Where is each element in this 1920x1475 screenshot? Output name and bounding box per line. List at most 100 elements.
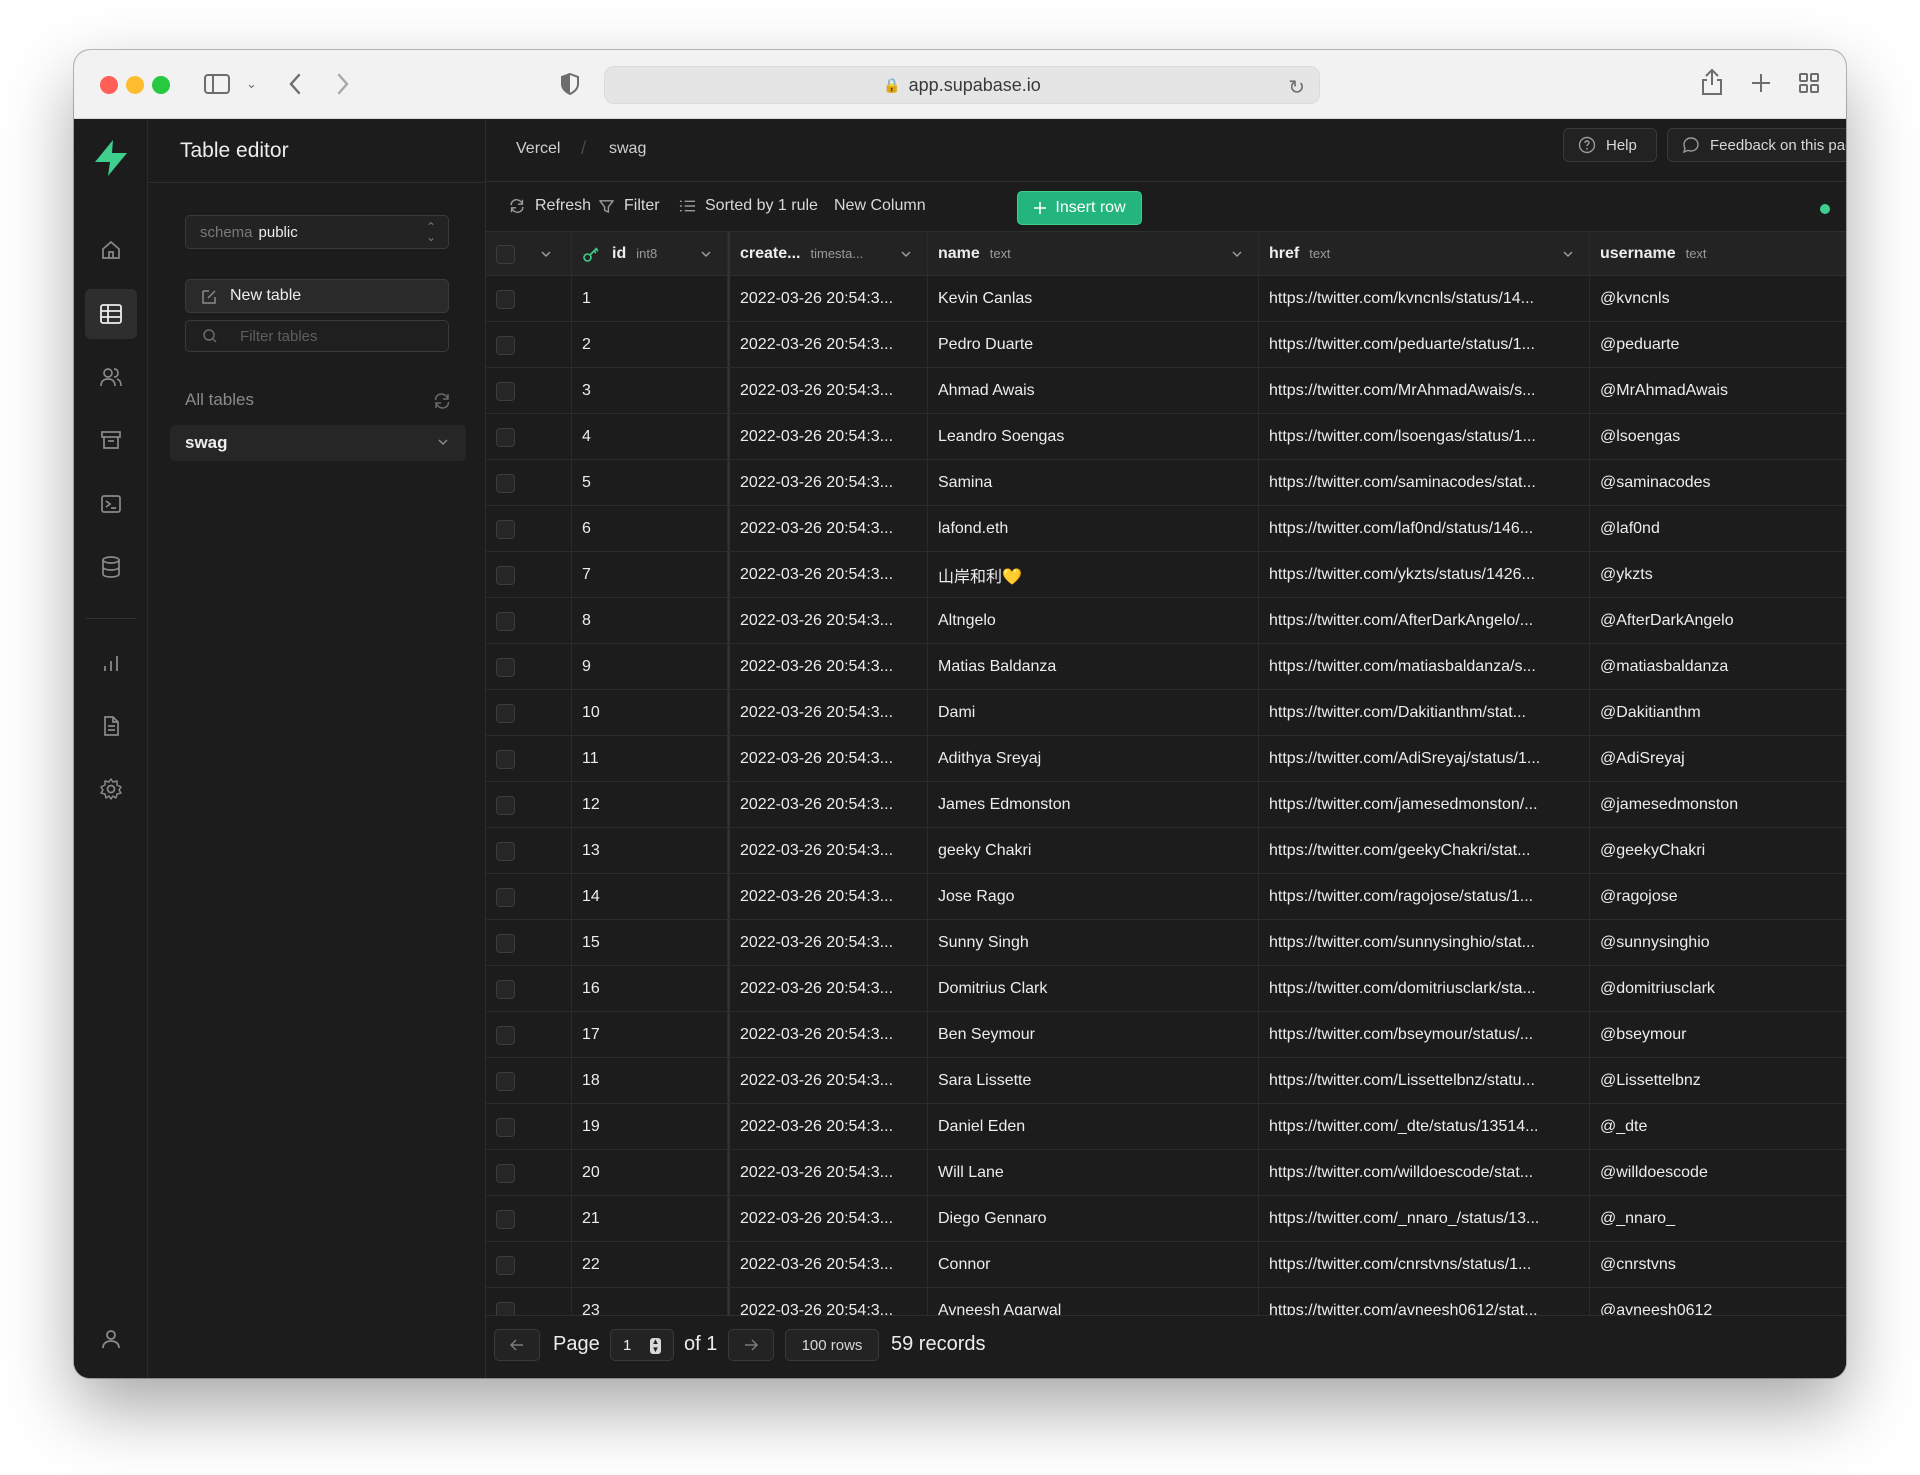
cell-id[interactable]: 21 (572, 1196, 728, 1241)
cell-id[interactable]: 15 (572, 920, 728, 965)
cell-created-at[interactable]: 2022-03-26 20:54:3... (728, 460, 928, 505)
column-header-created[interactable]: create... timesta... (728, 232, 928, 275)
cell-created-at[interactable]: 2022-03-26 20:54:3... (728, 368, 928, 413)
cell-href[interactable]: https://twitter.com/saminacodes/stat... (1259, 460, 1590, 505)
previous-page-button[interactable] (494, 1329, 540, 1361)
page-number-input[interactable]: 1 ▲ ▼ (610, 1329, 674, 1361)
user-icon[interactable] (85, 1314, 137, 1364)
tab-overview-icon[interactable] (1798, 72, 1820, 94)
cell-name[interactable]: lafond.eth (928, 506, 1259, 551)
cell-id[interactable]: 6 (572, 506, 728, 551)
users-icon[interactable] (85, 352, 137, 402)
column-header-id[interactable]: id int8 (572, 232, 728, 275)
row-checkbox[interactable] (496, 1302, 515, 1315)
cell-id[interactable]: 1 (572, 276, 728, 321)
cell-id[interactable]: 10 (572, 690, 728, 735)
cell-name[interactable]: Adithya Sreyaj (928, 736, 1259, 781)
chevron-down-icon[interactable] (1561, 247, 1575, 261)
database-icon[interactable] (85, 542, 137, 592)
cell-username[interactable]: @matiasbaldanza (1590, 644, 1846, 689)
cell-name[interactable]: Sunny Singh (928, 920, 1259, 965)
cell-created-at[interactable]: 2022-03-26 20:54:3... (728, 828, 928, 873)
feedback-button[interactable]: Feedback on this page? (1667, 128, 1846, 162)
reload-icon[interactable]: ↻ (1288, 75, 1305, 100)
row-checkbox[interactable] (496, 796, 515, 815)
table-item-swag[interactable]: swag (170, 425, 466, 461)
row-checkbox[interactable] (496, 888, 515, 907)
table-row[interactable]: 7 2022-03-26 20:54:3... 山岸和利💛 https://twitt… (486, 552, 1846, 598)
cell-href[interactable]: https://twitter.com/ykzts/status/1426... (1259, 552, 1590, 597)
cell-href[interactable]: https://twitter.com/kvncnls/status/14... (1259, 276, 1590, 321)
cell-id[interactable]: 23 (572, 1288, 728, 1315)
column-header-name[interactable]: name text (928, 232, 1259, 275)
cell-id[interactable]: 8 (572, 598, 728, 643)
cell-href[interactable]: https://twitter.com/bseymour/status/... (1259, 1012, 1590, 1057)
table-row[interactable]: 11 2022-03-26 20:54:3... Adithya Sreyaj htt… (486, 736, 1846, 782)
cell-created-at[interactable]: 2022-03-26 20:54:3... (728, 506, 928, 551)
schema-select[interactable]: schema public ⌃ ⌄ (185, 215, 449, 249)
row-checkbox[interactable] (496, 980, 515, 999)
cell-href[interactable]: https://twitter.com/MrAhmadAwais/s... (1259, 368, 1590, 413)
column-header-username[interactable]: username text (1590, 232, 1846, 275)
breadcrumb-project[interactable]: Vercel (516, 140, 560, 158)
cell-created-at[interactable]: 2022-03-26 20:54:3... (728, 322, 928, 367)
cell-created-at[interactable]: 2022-03-26 20:54:3... (728, 598, 928, 643)
cell-created-at[interactable]: 2022-03-26 20:54:3... (728, 966, 928, 1011)
cell-name[interactable]: 山岸和利💛 (928, 552, 1259, 597)
cell-created-at[interactable]: 2022-03-26 20:54:3... (728, 1196, 928, 1241)
gear-icon[interactable] (85, 764, 137, 814)
cell-username[interactable]: @ykzts (1590, 552, 1846, 597)
cell-name[interactable]: Matias Baldanza (928, 644, 1259, 689)
cell-href[interactable]: https://twitter.com/sunnysinghio/stat... (1259, 920, 1590, 965)
cell-name[interactable]: Dami (928, 690, 1259, 735)
cell-username[interactable]: @cnrstvns (1590, 1242, 1846, 1287)
row-checkbox[interactable] (496, 566, 515, 585)
row-checkbox[interactable] (496, 520, 515, 539)
archive-icon[interactable] (85, 415, 137, 465)
cell-username[interactable]: @_dte (1590, 1104, 1846, 1149)
cell-name[interactable]: Avneesh Agarwal (928, 1288, 1259, 1315)
cell-username[interactable]: @kvncnls (1590, 276, 1846, 321)
row-checkbox[interactable] (496, 658, 515, 677)
cell-name[interactable]: Altngelo (928, 598, 1259, 643)
row-checkbox[interactable] (496, 612, 515, 631)
cell-name[interactable]: Ben Seymour (928, 1012, 1259, 1057)
cell-href[interactable]: https://twitter.com/jamesedmonston/... (1259, 782, 1590, 827)
cell-id[interactable]: 20 (572, 1150, 728, 1195)
document-icon[interactable] (85, 701, 137, 751)
cell-username[interactable]: @MrAhmadAwais (1590, 368, 1846, 413)
cell-username[interactable]: @jamesedmonston (1590, 782, 1846, 827)
cell-id[interactable]: 16 (572, 966, 728, 1011)
cell-id[interactable]: 11 (572, 736, 728, 781)
cell-created-at[interactable]: 2022-03-26 20:54:3... (728, 874, 928, 919)
cell-name[interactable]: Kevin Canlas (928, 276, 1259, 321)
cell-href[interactable]: https://twitter.com/_dte/status/13514... (1259, 1104, 1590, 1149)
cell-id[interactable]: 5 (572, 460, 728, 505)
chart-icon[interactable] (85, 638, 137, 688)
new-column-button[interactable]: New Column (834, 197, 926, 215)
table-row[interactable]: 17 2022-03-26 20:54:3... Ben Seymour https:… (486, 1012, 1846, 1058)
row-checkbox[interactable] (496, 1210, 515, 1229)
cell-username[interactable]: @Dakitianthm (1590, 690, 1846, 735)
chevron-down-icon[interactable] (899, 247, 913, 261)
refresh-button[interactable]: Refresh (508, 197, 591, 215)
cell-created-at[interactable]: 2022-03-26 20:54:3... (728, 1242, 928, 1287)
cell-username[interactable]: @bseymour (1590, 1012, 1846, 1057)
cell-username[interactable]: @willdoescode (1590, 1150, 1846, 1195)
share-icon[interactable] (1701, 68, 1723, 96)
cell-id[interactable]: 19 (572, 1104, 728, 1149)
cell-id[interactable]: 13 (572, 828, 728, 873)
table-row[interactable]: 10 2022-03-26 20:54:3... Dami https://twitt… (486, 690, 1846, 736)
chevron-down-icon[interactable] (436, 435, 450, 449)
cell-username[interactable]: @_nnaro_ (1590, 1196, 1846, 1241)
minimize-window-button[interactable] (126, 76, 144, 94)
row-checkbox[interactable] (496, 1026, 515, 1045)
table-row[interactable]: 16 2022-03-26 20:54:3... Domitrius Clark ht… (486, 966, 1846, 1012)
cell-href[interactable]: https://twitter.com/geekyChakri/stat... (1259, 828, 1590, 873)
filter-button[interactable]: Filter (598, 197, 660, 215)
table-row[interactable]: 15 2022-03-26 20:54:3... Sunny Singh https:… (486, 920, 1846, 966)
table-row[interactable]: 9 2022-03-26 20:54:3... Matias Baldanza htt… (486, 644, 1846, 690)
table-row[interactable]: 5 2022-03-26 20:54:3... Samina https://twit… (486, 460, 1846, 506)
sort-button[interactable]: Sorted by 1 rule (679, 197, 818, 215)
cell-name[interactable]: Daniel Eden (928, 1104, 1259, 1149)
